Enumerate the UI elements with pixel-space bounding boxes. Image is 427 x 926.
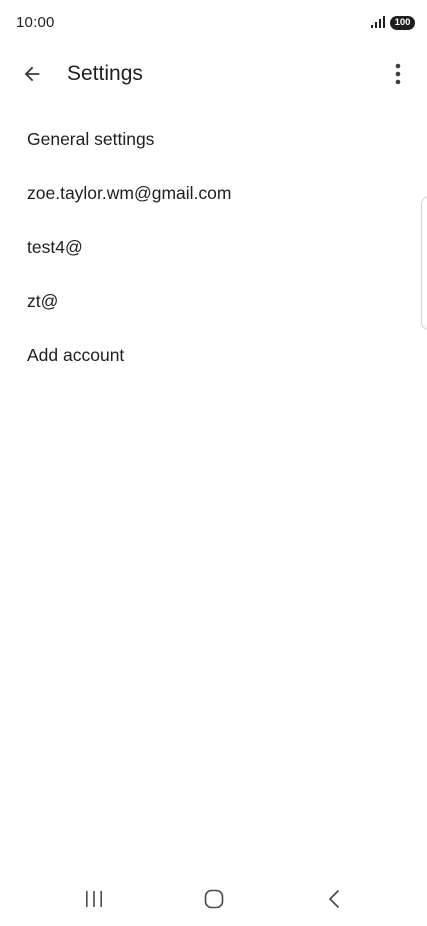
home-button[interactable] xyxy=(194,888,234,914)
system-back-button[interactable] xyxy=(314,888,354,914)
home-icon xyxy=(204,889,224,914)
navigation-bar xyxy=(0,876,427,926)
back-button[interactable] xyxy=(12,60,52,92)
app-bar: Settings xyxy=(0,48,427,104)
status-bar: 10:00 100 xyxy=(0,0,427,48)
recents-icon xyxy=(84,890,104,913)
status-time: 10:00 xyxy=(16,14,55,31)
settings-item-general[interactable]: General settings xyxy=(0,112,427,166)
settings-item-add-account[interactable]: Add account xyxy=(0,328,427,382)
signal-icon xyxy=(370,14,386,30)
more-options-button[interactable] xyxy=(382,60,414,92)
battery-indicator: 100 xyxy=(390,16,415,30)
page-title: Settings xyxy=(67,62,143,85)
settings-list: General settings zoe.taylor.wm@gmail.com… xyxy=(0,112,427,382)
settings-item-account-zoe[interactable]: zoe.taylor.wm@gmail.com xyxy=(0,166,427,220)
more-vert-icon xyxy=(395,63,401,90)
recents-button[interactable] xyxy=(74,888,114,914)
arrow-back-icon xyxy=(21,63,43,90)
scroll-indicator[interactable] xyxy=(421,196,427,330)
settings-item-account-zt[interactable]: zt@ xyxy=(0,274,427,328)
nav-back-icon xyxy=(327,889,341,914)
settings-item-account-test4[interactable]: test4@ xyxy=(0,220,427,274)
